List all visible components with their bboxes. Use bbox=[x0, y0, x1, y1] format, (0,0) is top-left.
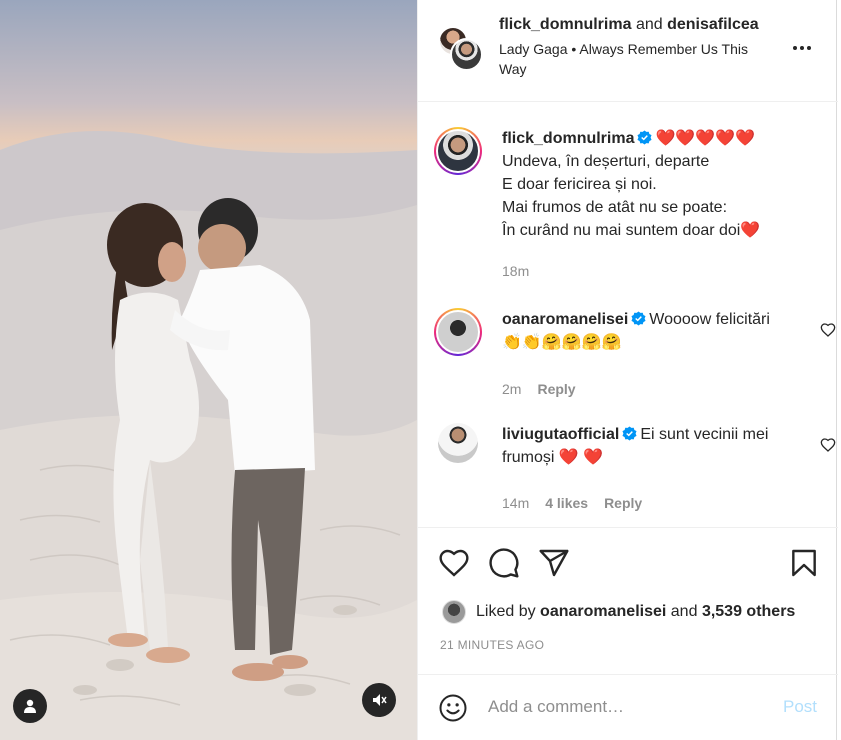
verified-badge-icon bbox=[631, 311, 646, 326]
likes-count[interactable]: 3,539 others bbox=[702, 603, 795, 621]
author-link-1[interactable]: flick_domnulrima bbox=[499, 16, 631, 33]
reply-button[interactable]: Reply bbox=[604, 495, 642, 511]
comment-like-heart-icon[interactable] bbox=[820, 322, 836, 338]
caption-username[interactable]: flick_domnulrima bbox=[502, 130, 634, 147]
and-text: and bbox=[635, 16, 663, 33]
more-horizontal-icon[interactable] bbox=[790, 36, 814, 60]
comment-username[interactable]: liviugutaofficial bbox=[502, 426, 619, 443]
comment-meta: 14m 4 likes Reply bbox=[502, 495, 642, 511]
smiley-icon[interactable] bbox=[438, 693, 468, 723]
post-timestamp[interactable]: 21 MINUTES AGO bbox=[440, 638, 544, 652]
post-details-panel: flick_domnulrima and denisafilcea Lady G… bbox=[417, 0, 838, 740]
comment-likes-count[interactable]: 4 likes bbox=[545, 495, 588, 511]
post-button[interactable]: Post bbox=[783, 697, 817, 717]
reply-button[interactable]: Reply bbox=[537, 381, 575, 397]
post-authors: flick_domnulrima and denisafilcea bbox=[499, 14, 779, 36]
post-header: flick_domnulrima and denisafilcea Lady G… bbox=[418, 0, 838, 102]
desert-couple-photo bbox=[0, 131, 417, 740]
user-tag-icon bbox=[24, 699, 36, 713]
liked-by-user[interactable]: oanaromanelisei bbox=[540, 603, 666, 621]
separator: • bbox=[571, 41, 577, 57]
post-viewer: flick_domnulrima and denisafilcea Lady G… bbox=[0, 0, 841, 740]
liked-by: Liked by oanaromanelisei and 3,539 other… bbox=[442, 600, 795, 624]
caption-line: Undeva, în deșerturi, departe bbox=[502, 153, 710, 170]
bookmark-icon[interactable] bbox=[788, 547, 820, 579]
add-comment-bar: Post bbox=[418, 674, 838, 740]
comments-section[interactable]: flick_domnulrima ❤️❤️❤️❤️❤️ Undeva, în de… bbox=[418, 103, 838, 528]
audio-artist[interactable]: Lady Gaga bbox=[499, 41, 568, 57]
heart-icon[interactable] bbox=[438, 547, 470, 579]
avatar bbox=[450, 38, 483, 71]
avatar[interactable] bbox=[438, 423, 478, 463]
collab-avatars[interactable] bbox=[438, 26, 483, 71]
avatar[interactable] bbox=[442, 600, 466, 624]
caption-line: În curând nu mai suntem doar doi❤️ bbox=[502, 222, 761, 239]
liked-by-and: and bbox=[670, 603, 698, 620]
author-link-2[interactable]: denisafilcea bbox=[667, 16, 759, 33]
comment-bubble-icon[interactable] bbox=[488, 547, 520, 579]
audio-attribution[interactable]: Lady Gaga • Always Remember Us This Way bbox=[499, 39, 779, 79]
avatar[interactable] bbox=[434, 127, 482, 175]
comment-time[interactable]: 14m bbox=[502, 495, 529, 511]
comment-input[interactable] bbox=[488, 695, 768, 719]
comment-username[interactable]: oanaromanelisei bbox=[502, 311, 628, 328]
caption-time[interactable]: 18m bbox=[502, 263, 529, 279]
caption-line: Mai frumos de atât nu se poate: bbox=[502, 199, 728, 216]
caption-hearts: ❤️❤️❤️❤️❤️ bbox=[655, 130, 756, 147]
verified-badge-icon bbox=[637, 130, 653, 145]
caption-meta: 18m bbox=[502, 263, 529, 279]
comment-like-heart-icon[interactable] bbox=[820, 437, 836, 453]
speaker-muted-icon bbox=[373, 694, 387, 706]
verified-badge-icon bbox=[622, 426, 637, 441]
avatar[interactable] bbox=[434, 308, 482, 356]
paper-plane-icon[interactable] bbox=[538, 547, 570, 579]
mute-toggle-button[interactable] bbox=[362, 683, 396, 717]
tagged-users-button[interactable] bbox=[13, 689, 47, 723]
caption-line: E doar fericirea și noi. bbox=[502, 176, 657, 193]
post-media[interactable] bbox=[0, 0, 417, 740]
comment-meta: 2m Reply bbox=[502, 381, 576, 397]
liked-by-prefix: Liked by bbox=[476, 603, 536, 620]
comment-time[interactable]: 2m bbox=[502, 381, 521, 397]
